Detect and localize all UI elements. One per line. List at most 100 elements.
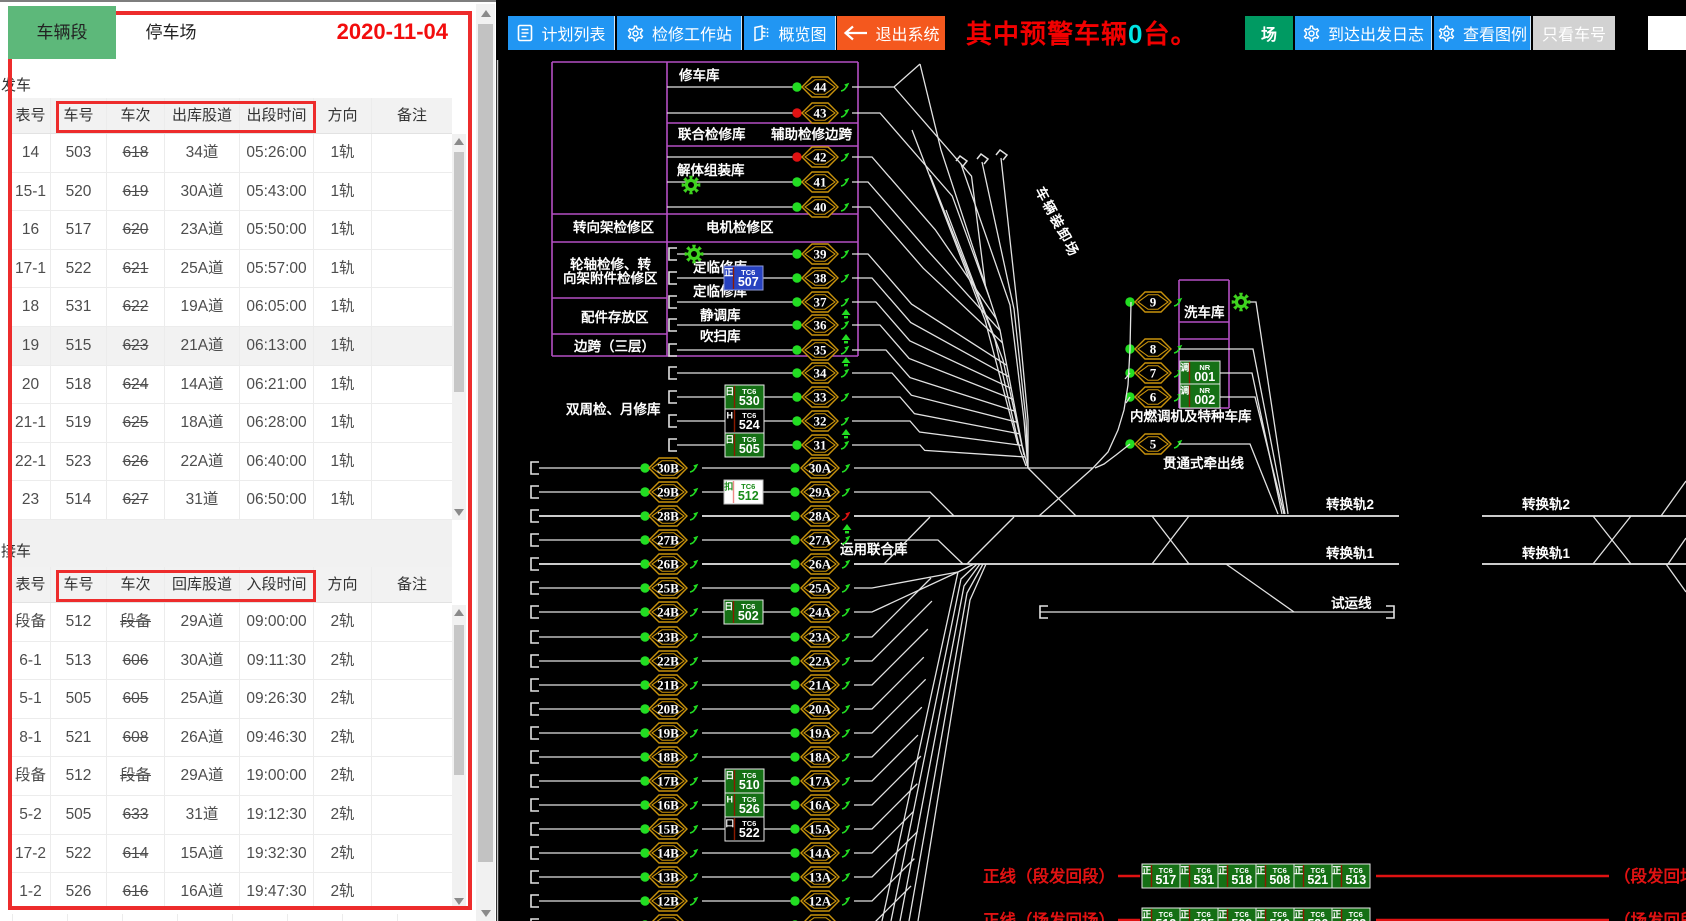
svg-text:修车库: 修车库 <box>678 67 720 83</box>
svg-text:16B: 16B <box>657 798 679 813</box>
svg-text:转换轨1: 转换轨1 <box>1326 545 1374 561</box>
svg-text:日: 日 <box>724 602 733 612</box>
svg-text:526: 526 <box>739 802 760 816</box>
svg-text:13A: 13A <box>809 870 832 885</box>
svg-text:505: 505 <box>739 442 760 456</box>
svg-text:42: 42 <box>814 150 827 165</box>
svg-text:转换轨2: 转换轨2 <box>1326 496 1374 512</box>
svg-text:517: 517 <box>1155 873 1176 887</box>
svg-text:7: 7 <box>1150 366 1157 381</box>
svg-text:转换轨2: 转换轨2 <box>1522 496 1570 512</box>
svg-text:18B: 18B <box>657 750 679 765</box>
svg-text:调: 调 <box>1180 385 1189 396</box>
svg-text:531: 531 <box>1193 873 1214 887</box>
svg-text:H: H <box>727 411 734 421</box>
svg-text:联合检修库: 联合检修库 <box>678 126 746 142</box>
svg-text:21B: 21B <box>657 678 679 693</box>
svg-text:32: 32 <box>814 414 827 429</box>
svg-text:15A: 15A <box>809 822 832 837</box>
svg-text:17B: 17B <box>657 774 679 789</box>
svg-text:11A: 11A <box>809 918 831 921</box>
svg-text:22B: 22B <box>657 654 679 669</box>
svg-text:正: 正 <box>1294 866 1303 876</box>
svg-text:14B: 14B <box>657 846 679 861</box>
svg-text:调: 调 <box>1180 362 1189 373</box>
svg-text:35: 35 <box>814 343 828 358</box>
svg-text:正: 正 <box>1142 866 1151 876</box>
svg-text:37: 37 <box>814 295 828 310</box>
svg-text:正: 正 <box>1180 910 1189 920</box>
svg-text:29B: 29B <box>657 485 679 500</box>
svg-text:9: 9 <box>1150 295 1157 310</box>
svg-text:静调库: 静调库 <box>700 307 741 323</box>
svg-text:日: 日 <box>725 387 734 397</box>
svg-text:25A: 25A <box>809 581 832 596</box>
svg-text:28B: 28B <box>657 509 679 524</box>
svg-text:44: 44 <box>814 80 828 95</box>
svg-text:12B: 12B <box>657 894 679 909</box>
svg-text:H: H <box>727 795 734 805</box>
svg-text:14A: 14A <box>809 846 832 861</box>
svg-text:解体组装库: 解体组装库 <box>677 162 745 178</box>
svg-text:30B: 30B <box>657 461 679 476</box>
svg-text:19A: 19A <box>809 726 832 741</box>
svg-text:502: 502 <box>738 609 759 623</box>
svg-text:23B: 23B <box>657 630 679 645</box>
svg-text:双周检、月修库: 双周检、月修库 <box>566 401 661 417</box>
svg-text:19B: 19B <box>657 726 679 741</box>
svg-text:30A: 30A <box>809 461 832 476</box>
svg-text:正: 正 <box>1332 866 1341 876</box>
svg-text:28A: 28A <box>809 509 832 524</box>
svg-text:31: 31 <box>814 438 827 453</box>
svg-text:23A: 23A <box>809 630 832 645</box>
svg-text:12A: 12A <box>809 894 832 909</box>
svg-text:洗车库: 洗车库 <box>1184 304 1225 320</box>
svg-text:正: 正 <box>1218 910 1227 920</box>
svg-text:正线（场发回场）: 正线（场发回场） <box>983 910 1115 921</box>
svg-text:43: 43 <box>814 106 828 121</box>
svg-text:8: 8 <box>1150 342 1157 357</box>
svg-text:6: 6 <box>1150 390 1157 405</box>
svg-text:27A: 27A <box>809 533 832 548</box>
svg-text:22A: 22A <box>809 654 832 669</box>
svg-text:13B: 13B <box>657 870 679 885</box>
svg-text:车辆装卸场: 车辆装卸场 <box>1032 184 1083 260</box>
svg-text:29A: 29A <box>809 485 832 500</box>
svg-text:512: 512 <box>738 489 759 503</box>
svg-text:辅助检修边跨: 辅助检修边跨 <box>771 126 852 142</box>
svg-text:508: 508 <box>1269 873 1290 887</box>
svg-text:26A: 26A <box>809 557 832 572</box>
svg-text:26B: 26B <box>657 557 679 572</box>
svg-text:11B: 11B <box>658 918 679 921</box>
svg-text:510: 510 <box>739 778 760 792</box>
svg-text:正: 正 <box>1256 866 1265 876</box>
svg-text:正线（段发回段）: 正线（段发回段） <box>983 866 1115 886</box>
svg-text:日: 日 <box>725 771 734 781</box>
svg-text:526: 526 <box>1307 917 1328 921</box>
svg-text:24B: 24B <box>657 605 679 620</box>
svg-text:内燃调机及特种车库: 内燃调机及特种车库 <box>1130 408 1252 424</box>
svg-text:口: 口 <box>725 819 734 829</box>
svg-text:电机检修区: 电机检修区 <box>706 219 774 235</box>
svg-text:正: 正 <box>1294 910 1303 920</box>
svg-text:轮轴检修、转: 轮轴检修、转 <box>570 256 651 272</box>
svg-text:（段发回场: （段发回场 <box>1614 866 1686 886</box>
svg-text:向架附件检修区: 向架附件检修区 <box>563 270 658 286</box>
svg-text:001: 001 <box>1194 370 1215 384</box>
svg-text:41: 41 <box>814 175 827 190</box>
svg-text:20A: 20A <box>809 702 832 717</box>
svg-text:试运线: 试运线 <box>1331 595 1372 611</box>
svg-text:505: 505 <box>1193 917 1214 921</box>
svg-text:002: 002 <box>1194 393 1215 407</box>
svg-text:36: 36 <box>814 318 828 333</box>
svg-text:24A: 24A <box>809 605 832 620</box>
svg-text:正: 正 <box>1332 910 1341 920</box>
svg-text:吹扫库: 吹扫库 <box>700 328 741 344</box>
svg-text:510: 510 <box>1269 917 1290 921</box>
svg-text:转向架检修区: 转向架检修区 <box>573 219 654 235</box>
svg-text:518: 518 <box>1231 873 1252 887</box>
svg-text:530: 530 <box>739 394 760 408</box>
svg-text:39: 39 <box>814 247 828 262</box>
svg-text:配件存放区: 配件存放区 <box>581 309 649 325</box>
svg-text:贯通式牵出线: 贯通式牵出线 <box>1163 455 1244 471</box>
